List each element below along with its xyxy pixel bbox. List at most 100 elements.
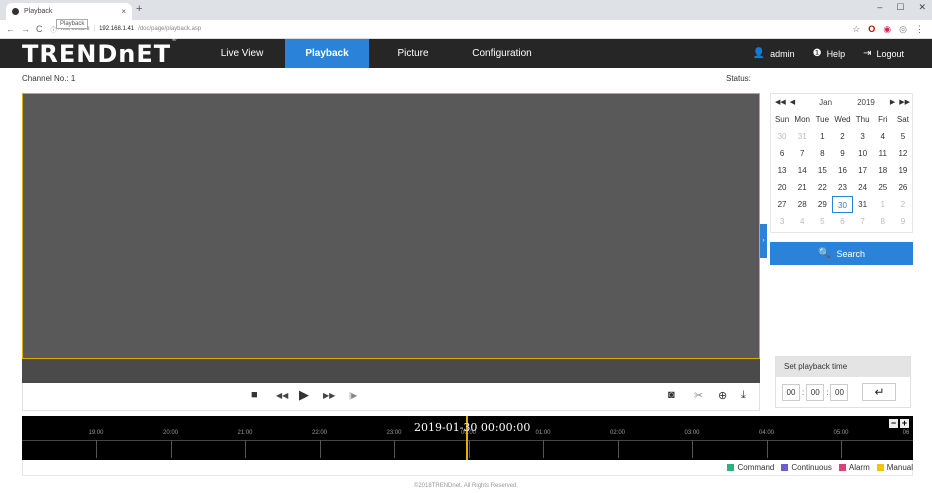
calendar-day[interactable]: 1 (873, 196, 893, 213)
new-tab-button[interactable]: + (136, 3, 142, 15)
calendar-day[interactable]: 8 (812, 145, 832, 162)
calendar-day[interactable]: 5 (812, 213, 832, 230)
calendar-day[interactable]: 6 (772, 145, 792, 162)
calendar-day[interactable]: 12 (893, 145, 913, 162)
seconds-input[interactable]: 00 (830, 383, 849, 401)
download-icon[interactable]: ⤓ (741, 389, 746, 402)
timeline-tick (96, 440, 97, 458)
calendar-day[interactable]: 2 (893, 196, 913, 213)
calendar-day[interactable]: 22 (812, 179, 832, 196)
menu-picture[interactable]: Picture (384, 39, 442, 68)
video-player[interactable] (22, 93, 760, 359)
timeline-hour-label: 21:00 (237, 430, 253, 436)
calendar-day[interactable]: 2 (832, 128, 852, 145)
close-window-button[interactable]: ✕ (918, 2, 926, 13)
calendar-day[interactable]: 28 (792, 196, 812, 213)
forward-icon[interactable]: → (21, 24, 30, 34)
timeline[interactable]: 19:00 20:00 21:00 22:00 23:00 00:00 01:00 02:00… (22, 416, 913, 460)
next-month-icon[interactable]: ▶ (890, 98, 895, 106)
zoom-in-icon[interactable]: + (900, 419, 909, 428)
calendar-year: 2019 (857, 97, 875, 107)
legend-item: Alarm (838, 463, 870, 472)
calendar-day[interactable]: 19 (893, 162, 913, 179)
fast-forward-icon[interactable]: ▶▶ (323, 391, 335, 400)
timeline-tick (319, 440, 321, 458)
calendar-day[interactable]: 16 (832, 162, 852, 179)
clip-icon[interactable]: ✂ (694, 389, 703, 402)
calendar-day[interactable]: 6 (832, 213, 852, 230)
calendar-day[interactable]: 7 (792, 145, 812, 162)
maximize-button[interactable]: ☐ (896, 2, 904, 13)
tab-close-icon[interactable]: × (121, 7, 126, 16)
calendar-day[interactable]: 30 (772, 128, 792, 145)
calendar-day[interactable]: 3 (772, 213, 792, 230)
calendar-day[interactable]: 18 (873, 162, 893, 179)
calendar-day[interactable]: 17 (853, 162, 873, 179)
logout-button[interactable]: ⇥ Logout (863, 48, 904, 59)
calendar-day[interactable]: 3 (853, 128, 873, 145)
back-icon[interactable]: ← (6, 24, 15, 34)
playback-time-row: 00 : 00 : 00 ↵ (782, 383, 897, 401)
snapshot-icon[interactable]: ◙ (668, 389, 675, 401)
calendar-day[interactable]: 9 (893, 213, 913, 230)
menu-configuration[interactable]: Configuration (458, 39, 546, 68)
profile-icon[interactable]: ◎ (899, 24, 907, 35)
calendar-day[interactable]: 11 (873, 145, 893, 162)
calendar-day[interactable]: 25 (873, 179, 893, 196)
browser-menu-icon[interactable]: ⋮ (915, 24, 924, 35)
calendar-day[interactable]: 26 (893, 179, 913, 196)
hours-input[interactable]: 00 (782, 383, 800, 401)
help-button[interactable]: ❶ Help (813, 48, 845, 59)
search-button[interactable]: 🔍 Search (770, 242, 913, 265)
calendar-day-selected[interactable]: 30 (832, 196, 853, 213)
calendar-month: Jan (819, 97, 833, 107)
prev-year-icon[interactable]: ◀◀ (775, 98, 786, 106)
search-label: Search (836, 248, 865, 259)
frame-step-icon[interactable]: |▶ (349, 391, 357, 400)
calendar-day[interactable]: 13 (772, 162, 792, 179)
calendar-day[interactable]: 14 (792, 162, 812, 179)
legend-item: Command (727, 463, 774, 472)
browser-tab[interactable]: Playback × (6, 3, 132, 20)
legend-label: Command (737, 463, 775, 472)
enter-icon: ↵ (874, 385, 885, 399)
calendar-day[interactable]: 5 (893, 128, 913, 145)
calendar-day[interactable]: 24 (853, 179, 873, 196)
timeline-zoom: − + (889, 419, 909, 428)
calendar-day[interactable]: 23 (832, 179, 852, 196)
minutes-input[interactable]: 00 (806, 383, 825, 401)
zoom-out-icon[interactable]: − (889, 419, 898, 428)
calendar-day[interactable]: 27 (772, 196, 792, 213)
minimize-button[interactable]: – (877, 2, 882, 13)
calendar-day[interactable]: 9 (832, 145, 852, 162)
calendar-day[interactable]: 31 (853, 196, 873, 213)
calendar-day[interactable]: 1 (812, 128, 832, 145)
calendar-day[interactable]: 4 (792, 213, 812, 230)
prev-month-icon[interactable]: ◀ (790, 98, 795, 106)
calendar-day[interactable]: 29 (812, 196, 832, 213)
copyright-footer: ©2018TRENDnet. All Rights Reserved. (413, 483, 519, 489)
zoom-icon[interactable]: ⊕ (718, 389, 727, 402)
opera-extension-icon[interactable]: O (868, 24, 875, 35)
menu-live-view[interactable]: Live View (205, 39, 279, 68)
stop-icon[interactable]: ■ (251, 389, 258, 401)
calendar-day[interactable]: 15 (812, 162, 832, 179)
legend-swatch (727, 464, 735, 471)
calendar-day[interactable]: 21 (792, 179, 812, 196)
menu-playback[interactable]: Playback (285, 39, 369, 68)
calendar-day[interactable]: 31 (792, 128, 812, 145)
slow-down-icon[interactable]: ◀◀ (276, 391, 288, 400)
calendar-day[interactable]: 20 (772, 179, 792, 196)
calendar-day[interactable]: 8 (873, 213, 893, 230)
calendar-day[interactable]: 10 (853, 145, 873, 162)
reload-icon[interactable]: C (36, 24, 43, 34)
extension-icon[interactable]: ◉ (883, 24, 891, 35)
panel-collapse-toggle[interactable]: › (760, 224, 767, 258)
next-year-icon[interactable]: ▶▶ (899, 98, 910, 106)
user-button[interactable]: 👤 admin (753, 48, 795, 59)
calendar-day[interactable]: 4 (873, 128, 893, 145)
play-icon[interactable]: ▶ (299, 387, 309, 403)
calendar-day[interactable]: 7 (853, 213, 873, 230)
go-to-time-button[interactable]: ↵ (862, 383, 897, 401)
star-icon[interactable]: ☆ (852, 24, 860, 35)
